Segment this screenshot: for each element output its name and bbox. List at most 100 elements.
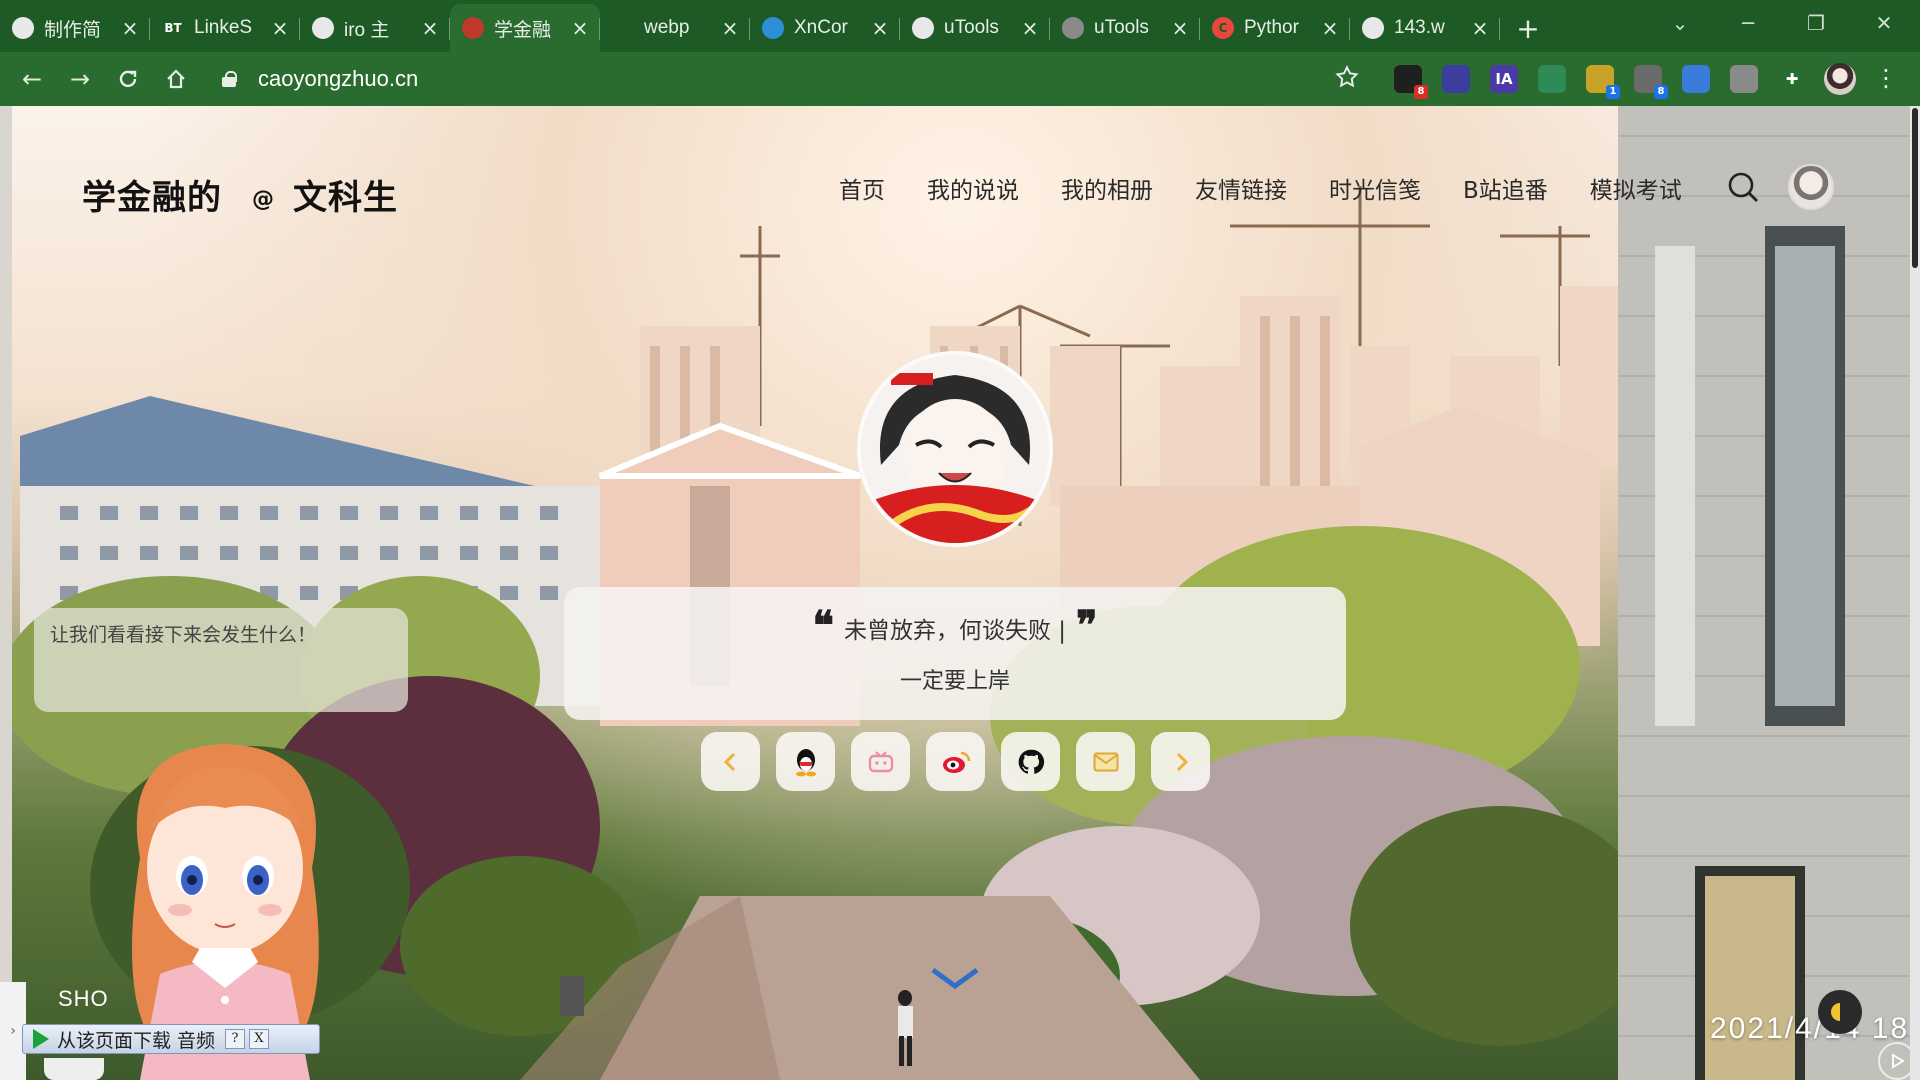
logo-at[interactable]: @: [252, 187, 275, 212]
address-bar[interactable]: caoyongzhuo.cn: [222, 62, 418, 96]
scroll-down-chevron-icon[interactable]: [929, 966, 981, 992]
tab-close-icon[interactable]: ×: [720, 16, 740, 40]
ext-check-icon[interactable]: [1730, 65, 1758, 93]
tab-close-icon[interactable]: ×: [1470, 16, 1490, 40]
ext-6-icon[interactable]: 8: [1634, 65, 1668, 99]
tab-3[interactable]: 学金融 ×: [450, 4, 600, 52]
next-arrow-button[interactable]: [1151, 732, 1210, 791]
play-icon[interactable]: [33, 1029, 49, 1049]
ext-ia-icon[interactable]: IA: [1490, 65, 1518, 93]
restore-button[interactable]: ❐: [1796, 6, 1836, 40]
profile-avatar-large[interactable]: [857, 351, 1053, 547]
tab-7[interactable]: uTools ×: [1050, 4, 1200, 52]
logo-text-left[interactable]: 学金融的: [82, 178, 222, 218]
tab-title[interactable]: LinkeS: [194, 17, 270, 39]
tab-close-icon[interactable]: ×: [1320, 16, 1340, 40]
user-avatar[interactable]: [1788, 164, 1834, 210]
tab-title[interactable]: 学金融: [494, 15, 570, 42]
nav-bilibili-anime[interactable]: B站追番: [1442, 166, 1569, 216]
tab-title[interactable]: 制作简: [44, 15, 120, 42]
forward-icon[interactable]: →: [60, 59, 100, 99]
globe-icon: [12, 17, 34, 39]
tab-close-icon[interactable]: ×: [420, 16, 440, 40]
browser-toolbar: ← → caoyongzhuo.cn 8 IA 1 8 ✚ ⋮: [0, 52, 1920, 106]
tab-6[interactable]: uTools ×: [900, 4, 1050, 52]
extension-badge: 8: [1654, 85, 1668, 99]
download-help-button[interactable]: ?: [225, 1029, 246, 1049]
tab-title[interactable]: webp: [644, 17, 720, 39]
tab-1[interactable]: BT LinkeS ×: [150, 4, 300, 52]
email-button[interactable]: [1076, 732, 1135, 791]
nav-friend-links[interactable]: 友情链接: [1174, 166, 1308, 216]
weibo-button[interactable]: [926, 732, 985, 791]
scrollbar-thumb[interactable]: [1912, 108, 1918, 268]
minimize-button[interactable]: ─: [1728, 6, 1768, 40]
bookmark-star-icon[interactable]: [1334, 64, 1364, 94]
nav-home[interactable]: 首页: [818, 166, 906, 216]
tab-2[interactable]: iro 主 ×: [300, 4, 450, 52]
github-button[interactable]: [1001, 732, 1060, 791]
tab-title[interactable]: XnCor: [794, 17, 870, 39]
weibo-icon: [942, 751, 970, 773]
tab-close-icon[interactable]: ×: [570, 16, 590, 40]
globe-icon: [912, 17, 934, 39]
ext-4-icon[interactable]: [1538, 65, 1566, 93]
tab-search-icon[interactable]: ⌄: [1660, 6, 1700, 40]
utools-icon: [1062, 17, 1084, 39]
tab-close-icon[interactable]: ×: [1020, 16, 1040, 40]
lock-icon[interactable]: [222, 71, 237, 87]
download-close-button[interactable]: X: [249, 1029, 270, 1049]
tab-title[interactable]: Pythor: [1244, 17, 1320, 39]
prev-arrow-button[interactable]: [701, 732, 760, 791]
translate-icon[interactable]: [1682, 65, 1710, 93]
tab-9[interactable]: 143.w ×: [1350, 4, 1500, 52]
url-text[interactable]: caoyongzhuo.cn: [258, 66, 418, 92]
back-icon[interactable]: ←: [12, 59, 52, 99]
tab-close-icon[interactable]: ×: [870, 16, 890, 40]
bilibili-button[interactable]: [851, 732, 910, 791]
dark-mode-toggle[interactable]: [1818, 990, 1862, 1034]
tab-8[interactable]: C Pythor ×: [1200, 4, 1350, 52]
tab-strip: 制作简 × BT LinkeS × iro 主 × 学金融 × webp × XnCor × uTools…: [0, 0, 1920, 52]
tab-0[interactable]: 制作简 ×: [0, 4, 150, 52]
tab-title[interactable]: iro 主: [344, 15, 420, 42]
home-icon[interactable]: [156, 59, 196, 99]
download-audio-label[interactable]: 从该页面下载 音频: [57, 1026, 215, 1053]
motto-text: 未曾放弃，何谈失败 |: [843, 618, 1067, 644]
puzzle-icon[interactable]: ✚: [1778, 65, 1806, 93]
ext-5-icon[interactable]: 1: [1586, 65, 1620, 99]
pinwheel-icon: [612, 17, 634, 39]
tab-4[interactable]: webp ×: [600, 4, 750, 52]
nav-mock-exam[interactable]: 模拟考试: [1569, 166, 1703, 216]
qq-button[interactable]: [776, 732, 835, 791]
tab-close-icon[interactable]: ×: [1170, 16, 1190, 40]
profile-avatar[interactable]: [1824, 63, 1856, 95]
nav-album[interactable]: 我的相册: [1040, 166, 1174, 216]
browser-menu-icon[interactable]: ⋮: [1874, 64, 1898, 92]
tab-title[interactable]: 143.w: [1394, 17, 1470, 39]
ext-1-icon[interactable]: 8: [1394, 65, 1428, 99]
tab-title[interactable]: uTools: [944, 17, 1020, 39]
extension-badge: 1: [1606, 85, 1620, 99]
nav-shuoshuo[interactable]: 我的说说: [906, 166, 1040, 216]
reload-icon[interactable]: [108, 59, 148, 99]
bt-icon: BT: [164, 21, 182, 35]
tab-5[interactable]: XnCor ×: [750, 4, 900, 52]
quote-open-icon: ❝: [812, 602, 834, 649]
download-audio-bar[interactable]: 从该页面下载 音频 ? X: [22, 1024, 320, 1054]
search-icon[interactable]: [1726, 170, 1760, 204]
tab-close-icon[interactable]: ×: [120, 16, 140, 40]
new-tab-button[interactable]: +: [1508, 8, 1548, 48]
tab-title[interactable]: uTools: [1094, 17, 1170, 39]
page-scrollbar[interactable]: [1910, 106, 1920, 1080]
logo-text-right[interactable]: 文科生: [293, 178, 398, 218]
site-logo[interactable]: 学金融的 @ 文科生: [82, 170, 398, 219]
tab-close-icon[interactable]: ×: [270, 16, 290, 40]
ext-2-icon[interactable]: [1442, 65, 1470, 93]
bilibili-tv-icon: [868, 750, 893, 772]
datetime-display: 2021/4/14 18: [1710, 1012, 1910, 1045]
close-window-button[interactable]: ✕: [1864, 6, 1904, 40]
mascot-speech-bubble: 让我们看看接下来会发生什么！: [34, 608, 408, 712]
nav-time-letters[interactable]: 时光信笺: [1308, 166, 1442, 216]
social-links: [701, 732, 1210, 791]
